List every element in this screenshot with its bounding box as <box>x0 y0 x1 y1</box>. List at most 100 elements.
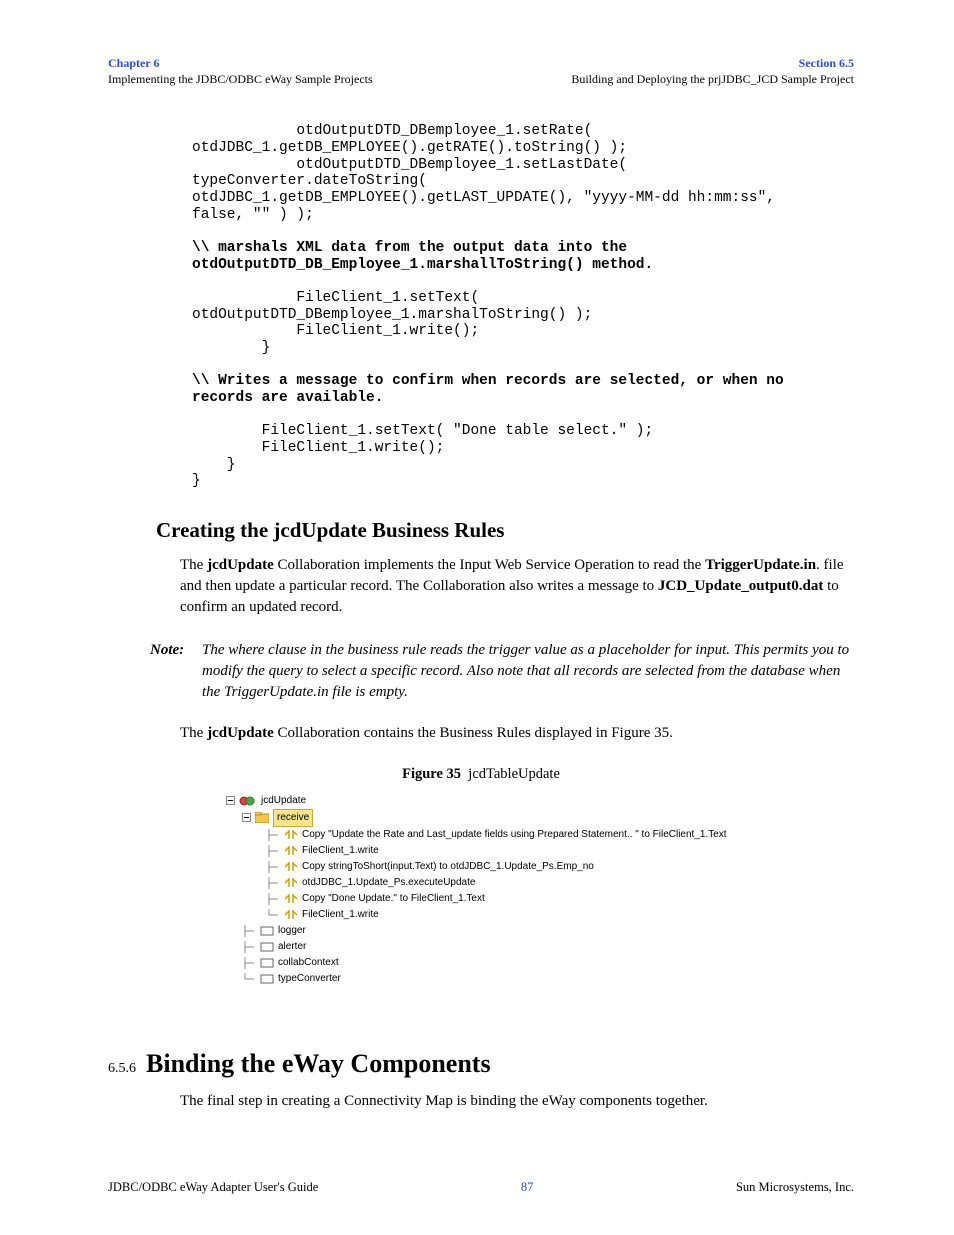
section-number: 6.5.6 <box>108 1061 136 1077</box>
tree-item-label: FileClient_1.write <box>302 843 379 859</box>
tree-item: FileClient_1.write <box>226 843 854 859</box>
text-bold: jcdUpdate <box>207 557 274 573</box>
collaboration-icon <box>239 795 257 807</box>
branch-end-icon <box>242 973 256 985</box>
code-comment: \\ Writes a message to confirm when reco… <box>192 373 792 389</box>
tree-tail-item: alerter <box>226 939 854 955</box>
tree-item-label: otdJDBC_1.Update_Ps.executeUpdate <box>302 875 475 891</box>
tree-item: Copy "Done Update." to FileClient_1.Text <box>226 891 854 907</box>
assign-icon <box>284 830 298 840</box>
code-line: otdOutputDTD_DBemployee_1.setLastDate( <box>192 157 636 173</box>
footer-right: Sun Microsystems, Inc. <box>736 1180 854 1195</box>
branch-icon <box>266 845 280 857</box>
assign-icon <box>284 878 298 888</box>
paragraph-1: The jcdUpdate Collaboration implements t… <box>180 555 854 618</box>
paragraph-binding: The final step in creating a Connectivit… <box>180 1091 854 1112</box>
code-line: FileClient_1.setText( <box>192 290 488 306</box>
chapter-subtitle: Implementing the JDBC/ODBC eWay Sample P… <box>108 72 373 88</box>
tree-item-label: Copy "Update the Rate and Last_update fi… <box>302 827 727 843</box>
footer-left: JDBC/ODBC eWay Adapter User's Guide <box>108 1180 318 1195</box>
branch-end-icon <box>266 909 280 921</box>
tree-item: otdJDBC_1.Update_Ps.executeUpdate <box>226 875 854 891</box>
tree-item: Copy stringToShort(input.Text) to otdJDB… <box>226 859 854 875</box>
assign-icon <box>284 846 298 856</box>
note-body: The where clause in the business rule re… <box>202 640 854 703</box>
page-header: Chapter 6 Implementing the JDBC/ODBC eWa… <box>108 56 854 87</box>
figure-tree: jcdUpdate receive Copy "Update the Rate … <box>226 793 854 987</box>
page: Chapter 6 Implementing the JDBC/ODBC eWa… <box>0 0 954 1235</box>
tree-tail-label: collabContext <box>278 955 339 971</box>
code-line: FileClient_1.setText( "Done table select… <box>192 423 653 439</box>
footer-page-number: 87 <box>521 1180 534 1195</box>
assign-icon <box>284 910 298 920</box>
code-line: FileClient_1.write(); <box>192 323 479 339</box>
section-heading-row: 6.5.6 Binding the eWay Components <box>108 1049 854 1079</box>
text: Collaboration contains the Business Rule… <box>274 725 673 741</box>
code-line: FileClient_1.write(); <box>192 440 444 456</box>
figure-title: jcdTableUpdate <box>468 766 560 782</box>
tree-receive: receive <box>226 809 854 827</box>
note-block: Note: The where clause in the business r… <box>150 640 854 703</box>
collapse-icon <box>226 796 235 805</box>
tree-item-label: Copy stringToShort(input.Text) to otdJDB… <box>302 859 594 875</box>
text-bold: jcdUpdate <box>207 725 274 741</box>
field-icon <box>260 958 274 968</box>
branch-icon <box>242 925 256 937</box>
code-line: typeConverter.dateToString( <box>192 173 436 189</box>
code-line: otdJDBC_1.getDB_EMPLOYEE().getRATE().toS… <box>192 140 627 156</box>
branch-icon <box>266 861 280 873</box>
section-title: Binding the eWay Components <box>146 1049 491 1079</box>
tree-item-label: Copy "Done Update." to FileClient_1.Text <box>302 891 485 907</box>
code-line: otdJDBC_1.getDB_EMPLOYEE().getLAST_UPDAT… <box>192 190 784 206</box>
field-icon <box>260 974 274 984</box>
code-comment: otdOutputDTD_DB_Employee_1.marshallToStr… <box>192 257 653 273</box>
header-right: Section 6.5 Building and Deploying the p… <box>571 56 854 87</box>
text: Collaboration implements the Input Web S… <box>274 557 705 573</box>
tree-receive-label: receive <box>273 809 313 827</box>
branch-icon <box>266 893 280 905</box>
text-bold: TriggerUpdate.in <box>705 557 816 573</box>
collapse-icon <box>242 813 251 822</box>
tree-tail-item: typeConverter <box>226 971 854 987</box>
code-comment: \\ marshals XML data from the output dat… <box>192 240 636 256</box>
code-line: otdOutputDTD_DBemployee_1.setRate( <box>192 123 601 139</box>
paragraph-2: The jcdUpdate Collaboration contains the… <box>180 723 854 744</box>
section-label: Section 6.5 <box>571 56 854 72</box>
tree-tail-item: collabContext <box>226 955 854 971</box>
field-icon <box>260 942 274 952</box>
code-line: } <box>192 473 201 489</box>
code-line: } <box>192 340 270 356</box>
code-block-1: otdOutputDTD_DBemployee_1.setRate( otdJD… <box>192 123 854 490</box>
assign-icon <box>284 894 298 904</box>
tree-tail-label: typeConverter <box>278 971 341 987</box>
tree-item: FileClient_1.write <box>226 907 854 923</box>
code-line: } <box>192 457 236 473</box>
page-footer: JDBC/ODBC eWay Adapter User's Guide 87 S… <box>108 1180 854 1195</box>
code-line: otdOutputDTD_DBemployee_1.marshalToStrin… <box>192 307 592 323</box>
tree-root-label: jcdUpdate <box>261 793 306 809</box>
tree-tail-item: logger <box>226 923 854 939</box>
folder-icon <box>255 812 269 823</box>
branch-icon <box>242 941 256 953</box>
section-subtitle: Building and Deploying the prjJDBC_JCD S… <box>571 72 854 88</box>
figure-label: Figure 35 <box>402 766 461 782</box>
tree-tail-label: alerter <box>278 939 306 955</box>
code-comment: records are available. <box>192 390 383 406</box>
chapter-label: Chapter 6 <box>108 56 373 72</box>
assign-icon <box>284 862 298 872</box>
branch-icon <box>242 957 256 969</box>
text: The <box>180 725 207 741</box>
figure-caption: Figure 35 jcdTableUpdate <box>108 766 854 783</box>
branch-icon <box>266 829 280 841</box>
tree-item: Copy "Update the Rate and Last_update fi… <box>226 827 854 843</box>
branch-icon <box>266 877 280 889</box>
text-bold: JCD_Update_output0.dat <box>658 578 823 594</box>
text: The <box>180 557 207 573</box>
heading-creating-jcdupdate: Creating the jcdUpdate Business Rules <box>156 518 854 543</box>
note-label: Note: <box>150 640 202 703</box>
code-line: false, "" ) ); <box>192 207 314 223</box>
tree-tail-label: logger <box>278 923 306 939</box>
field-icon <box>260 926 274 936</box>
tree-root: jcdUpdate <box>226 793 854 809</box>
tree-item-label: FileClient_1.write <box>302 907 379 923</box>
